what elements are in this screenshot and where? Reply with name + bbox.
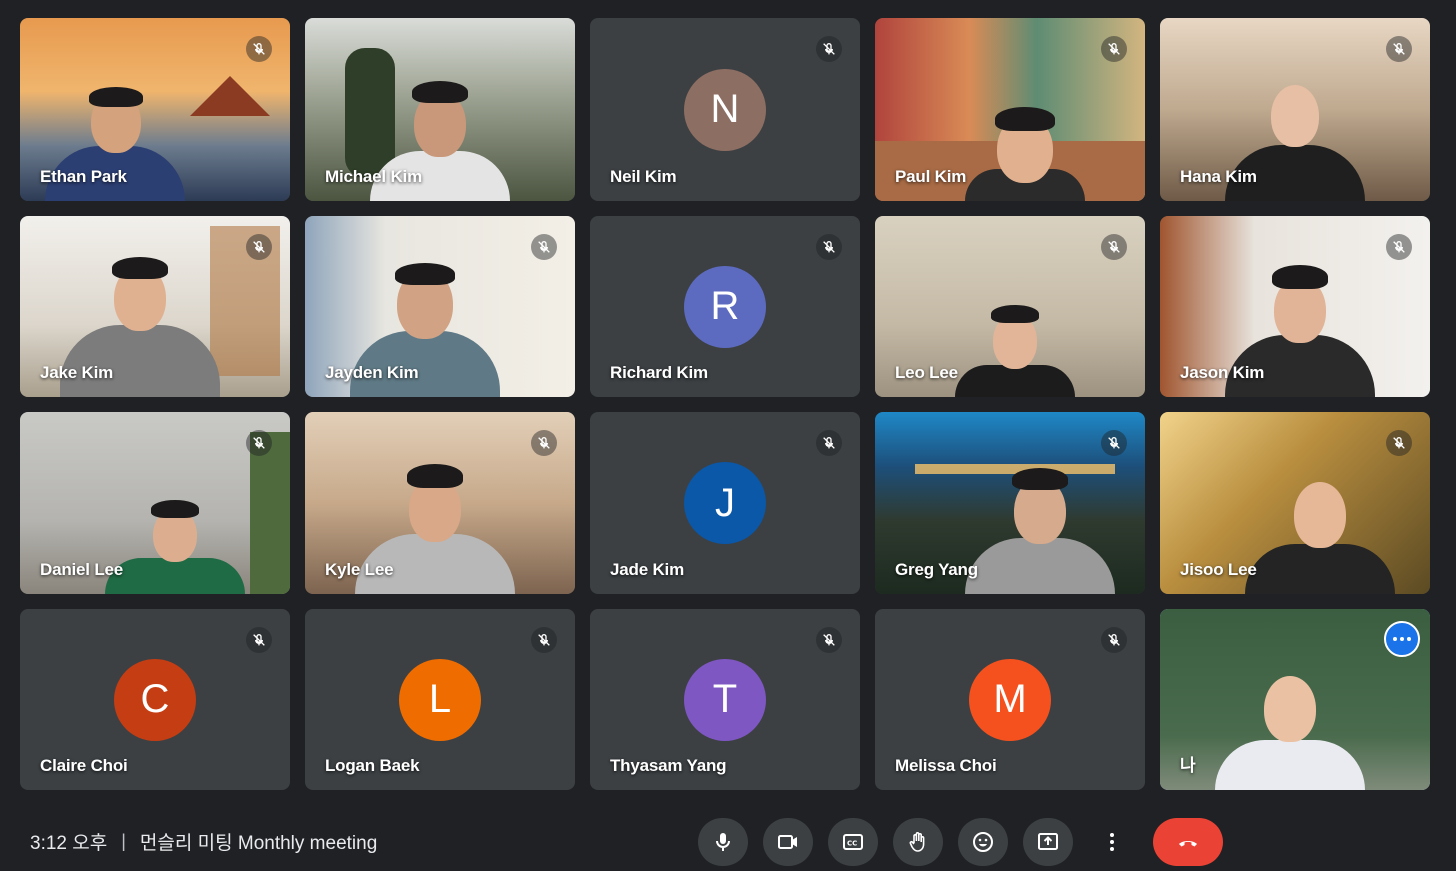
more-options-menu-button[interactable] <box>1088 818 1136 866</box>
participant-tile[interactable]: Ethan Park <box>20 18 290 201</box>
participant-name: Jason Kim <box>1180 363 1265 382</box>
camera-button[interactable] <box>763 818 813 866</box>
participant-name: Claire Choi <box>40 756 128 775</box>
participant-tile[interactable]: L Logan Baek <box>305 609 575 790</box>
present-button[interactable] <box>1023 818 1073 866</box>
end-call-button[interactable] <box>1153 818 1223 866</box>
avatar: T <box>684 658 766 741</box>
participant-tile[interactable]: Jason Kim <box>1160 216 1430 397</box>
mic-off-icon <box>1101 430 1127 456</box>
participant-grid: Ethan Park Michael Kim N Neil Kim Paul K… <box>0 0 1456 800</box>
emoji-icon <box>973 832 993 852</box>
divider: | <box>121 831 126 851</box>
captions-button[interactable]: CC <box>828 818 878 866</box>
mic-off-icon <box>1386 36 1412 62</box>
participant-name: Hana Kim <box>1180 167 1257 186</box>
avatar: J <box>684 462 766 544</box>
participant-name: 나 <box>1180 756 1196 775</box>
self-view-tile[interactable]: 나 <box>1160 609 1430 790</box>
participant-name: Richard Kim <box>610 363 708 382</box>
mic-off-icon <box>816 234 842 260</box>
participant-tile[interactable]: Kyle Lee <box>305 412 575 594</box>
participant-tile[interactable]: Leo Lee <box>875 216 1145 397</box>
mic-off-icon <box>816 627 842 653</box>
meeting-time: 3:12 오후 <box>30 833 108 854</box>
participant-name: Daniel Lee <box>40 560 124 579</box>
mic-off-icon <box>531 234 557 260</box>
end-call-icon <box>1179 841 1197 847</box>
more-vert-icon <box>1110 833 1114 851</box>
avatar: M <box>969 658 1051 741</box>
mic-off-icon <box>531 430 557 456</box>
participant-name: Neil Kim <box>610 167 677 186</box>
participant-name: Paul Kim <box>895 167 967 186</box>
mic-off-icon <box>246 234 272 260</box>
participant-name: Leo Lee <box>895 363 958 382</box>
participant-tile[interactable]: M Melissa Choi <box>875 609 1145 790</box>
participant-tile[interactable]: Paul Kim <box>875 18 1145 201</box>
avatar: N <box>684 68 766 151</box>
participant-name: Melissa Choi <box>895 756 997 775</box>
participant-name: Jisoo Lee <box>1180 560 1257 579</box>
mic-off-icon <box>1101 627 1127 653</box>
mic-off-icon <box>531 627 557 653</box>
mic-off-icon <box>1386 430 1412 456</box>
mic-icon <box>716 833 730 851</box>
participant-tile[interactable]: C Claire Choi <box>20 609 290 790</box>
bottom-control-bar: 3:12 오후 | 먼슬리 미팅 Monthly meeting CC <box>0 800 1456 871</box>
participant-tile[interactable]: T Thyasam Yang <box>590 609 860 790</box>
participant-name: Logan Baek <box>325 756 420 775</box>
participant-tile[interactable]: Jayden Kim <box>305 216 575 397</box>
avatar: C <box>114 658 196 741</box>
participant-tile[interactable]: N Neil Kim <box>590 18 860 201</box>
participant-tile[interactable]: Michael Kim <box>305 18 575 201</box>
participant-name: Ethan Park <box>40 167 127 186</box>
participant-tile[interactable]: Hana Kim <box>1160 18 1430 201</box>
mic-off-icon <box>1101 36 1127 62</box>
participant-tile[interactable]: Jake Kim <box>20 216 290 397</box>
participant-tile[interactable]: Jisoo Lee <box>1160 412 1430 594</box>
present-icon <box>1038 833 1058 850</box>
participant-tile[interactable]: Daniel Lee <box>20 412 290 594</box>
avatar: R <box>684 265 766 348</box>
emoji-button[interactable] <box>958 818 1008 866</box>
captions-icon: CC <box>843 834 863 850</box>
participant-name: Michael Kim <box>325 167 422 186</box>
camera-icon <box>778 835 797 849</box>
participant-name: Jade Kim <box>610 560 684 579</box>
participant-tile[interactable]: Greg Yang <box>875 412 1145 594</box>
mic-off-icon <box>246 36 272 62</box>
participant-name: Jake Kim <box>40 363 114 382</box>
raise-hand-icon <box>909 832 925 852</box>
participant-name: Thyasam Yang <box>610 756 727 775</box>
more-options-button[interactable] <box>1384 621 1420 657</box>
svg-text:CC: CC <box>847 840 857 848</box>
participant-tile[interactable]: R Richard Kim <box>590 216 860 397</box>
mic-off-icon <box>246 627 272 653</box>
mic-off-icon <box>246 430 272 456</box>
mic-off-icon <box>1101 234 1127 260</box>
raise-hand-button[interactable] <box>893 818 943 866</box>
participant-name: Greg Yang <box>895 560 978 579</box>
participant-name: Kyle Lee <box>325 560 394 579</box>
participant-tile[interactable]: J Jade Kim <box>590 412 860 594</box>
mic-button[interactable] <box>698 818 748 866</box>
meeting-info: 3:12 오후 | 먼슬리 미팅 Monthly meeting <box>30 828 377 855</box>
mic-off-icon <box>816 36 842 62</box>
mic-off-icon <box>816 430 842 456</box>
mic-off-icon <box>1386 234 1412 260</box>
meeting-title: 먼슬리 미팅 Monthly meeting <box>139 833 378 854</box>
avatar: L <box>399 658 481 741</box>
participant-name: Jayden Kim <box>325 363 419 382</box>
